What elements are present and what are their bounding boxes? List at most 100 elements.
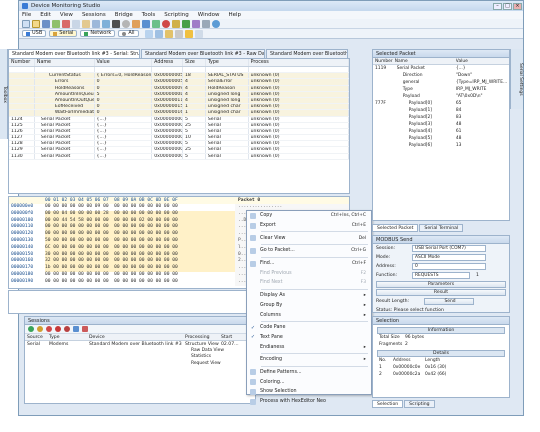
table-row[interactable]: 1130 Serial Packet {...} 0x00000000 5 Serial u… — [9, 153, 349, 160]
filter-usb[interactable]: USB — [22, 30, 47, 37]
session-row[interactable]: Serial Modems Standard Modem over Blueto… — [25, 341, 255, 348]
selected-packet-row[interactable]: Payload[5] 48 — [373, 135, 509, 142]
send-button[interactable]: Send — [424, 298, 474, 305]
selected-packet-row[interactable]: Payload[2] 83 — [373, 114, 509, 121]
context-menu-item[interactable]: Encoding ▸ — [247, 355, 371, 365]
menu-scripting[interactable]: Scripting — [164, 12, 188, 18]
play-icon[interactable] — [182, 19, 190, 28]
new-icon[interactable] — [22, 19, 30, 28]
context-menu-item[interactable]: Columns ▸ — [247, 310, 371, 320]
minimize-button[interactable]: – — [493, 2, 502, 10]
help-icon[interactable] — [212, 19, 220, 28]
settings-icon[interactable] — [122, 19, 130, 28]
print-icon[interactable] — [202, 19, 210, 28]
context-menu-item[interactable]: Go to Packet... Ctrl+G — [247, 246, 371, 256]
selected-packet-row[interactable]: 1119 Serial Packet {...} — [373, 65, 509, 72]
context-menu-item[interactable]: Process with HexEditor Neo — [247, 397, 371, 407]
refresh-icon[interactable] — [144, 29, 153, 38]
col-process[interactable]: Process — [249, 59, 349, 66]
menu-edit[interactable]: Edit — [40, 12, 51, 18]
function-select[interactable]: REQUESTS — [412, 272, 470, 279]
context-menu-item[interactable]: ✓ Code Pane — [247, 323, 371, 333]
col-value[interactable]: Value — [95, 59, 153, 66]
usb-toolbar-icon[interactable] — [142, 19, 150, 28]
tab-third[interactable]: Standard Modem over Bluetooth link #3... — [266, 49, 348, 58]
filter-icon[interactable] — [164, 29, 173, 38]
detail-row[interactable]: 2 0x00000c2a 0x42 (66) — [373, 371, 509, 378]
col-type[interactable]: Type — [206, 59, 249, 66]
context-menu-item[interactable]: Define Patterns... — [247, 368, 371, 378]
tab-serial-terminal[interactable]: Serial Terminal — [419, 224, 464, 232]
menu-window[interactable]: Window — [198, 12, 220, 18]
col-address[interactable]: Address — [152, 59, 183, 66]
mode-select[interactable]: ASCII Mode — [412, 254, 486, 261]
add-session-icon[interactable] — [73, 326, 79, 332]
selected-packet-row[interactable]: Payload[3] 48 — [373, 121, 509, 128]
menu-file[interactable]: File — [22, 12, 31, 18]
result-button[interactable]: Result — [376, 289, 506, 296]
tab-scripting[interactable]: Scripting — [404, 400, 435, 408]
tab-raw-data-view[interactable]: Standard Modem over Bluetooth link #3 - … — [141, 49, 265, 58]
selected-packet-row[interactable]: Direction "Down" — [373, 72, 509, 79]
function-count[interactable]: 1 — [476, 273, 479, 278]
filter-serial[interactable]: Serial — [49, 30, 78, 37]
col-number[interactable]: Number — [9, 59, 35, 66]
serial-settings-handle[interactable]: Serial Settings — [510, 49, 523, 109]
tab-selected-packet[interactable]: Selected Packet — [372, 224, 419, 232]
record-session-icon[interactable] — [55, 326, 61, 332]
start-session-icon[interactable] — [28, 326, 34, 332]
monitor-icon[interactable] — [154, 29, 163, 38]
stop-icon[interactable] — [62, 19, 70, 28]
pause-session-icon[interactable] — [37, 326, 43, 332]
split-icon[interactable] — [194, 29, 203, 38]
selected-packet-row[interactable]: Payload[6] 13 — [373, 142, 509, 149]
network-toolbar-icon[interactable] — [152, 19, 160, 28]
close-button[interactable]: × — [513, 2, 522, 10]
session-icon[interactable] — [52, 19, 60, 28]
session-select[interactable]: USB Serial Port (COM7) — [412, 245, 486, 252]
open-icon[interactable] — [32, 19, 40, 28]
selected-packet-row[interactable]: 777F Payload[0] 65 — [373, 100, 509, 107]
context-menu-item[interactable]: Find... Ctrl+F — [247, 259, 371, 269]
context-menu-item[interactable]: Display As ▸ — [247, 291, 371, 301]
context-menu-item[interactable]: Coloring... — [247, 377, 371, 387]
stop-session-icon[interactable] — [46, 326, 52, 332]
session-subitem[interactable]: Request View — [25, 361, 255, 367]
bridge-icon[interactable] — [132, 19, 140, 28]
context-menu-item[interactable]: Group By ▸ — [247, 301, 371, 311]
selected-packet-row[interactable]: Payload[4] 61 — [373, 128, 509, 135]
record-icon[interactable] — [162, 19, 170, 28]
col-name[interactable]: Name — [35, 59, 95, 66]
selected-packet-row[interactable]: Payload[1] 84 — [373, 107, 509, 114]
tab-selection[interactable]: Selection — [372, 400, 404, 408]
pause-icon[interactable] — [172, 19, 180, 28]
toolbox-handle[interactable]: Toolbox — [0, 49, 8, 139]
export-toolbar-icon[interactable] — [192, 19, 200, 28]
remove-session-icon[interactable] — [82, 326, 88, 332]
lock-icon[interactable] — [174, 29, 183, 38]
context-menu-item[interactable]: Copy Ctrl+Ins, Ctrl+C — [247, 211, 371, 221]
address-input[interactable]: 0 — [412, 263, 486, 270]
terminal-icon[interactable] — [112, 19, 120, 28]
chart-icon[interactable] — [102, 19, 110, 28]
selected-packet-row[interactable]: general {Type=IRP_MJ_WRITE... — [373, 79, 509, 86]
save-icon[interactable] — [42, 19, 50, 28]
maximize-button[interactable]: □ — [503, 2, 512, 10]
parameters-button[interactable]: Parameters — [376, 281, 506, 288]
context-menu-item[interactable]: ✓ Text Pane — [247, 333, 371, 343]
menu-tools[interactable]: Tools — [142, 12, 156, 18]
context-menu-item[interactable]: Export Ctrl+E — [247, 221, 371, 231]
context-menu-item[interactable]: Show Selection — [247, 387, 371, 397]
filter-network[interactable]: Network — [80, 30, 116, 37]
menu-bridge[interactable]: Bridge — [115, 12, 133, 18]
find-toolbar-icon[interactable] — [92, 19, 100, 28]
menu-view[interactable]: View — [60, 12, 73, 18]
selected-packet-row[interactable]: Type IRP_MJ_WRITE — [373, 86, 509, 93]
col-size[interactable]: Size — [183, 59, 206, 66]
warning-icon[interactable] — [184, 29, 193, 38]
detail-row[interactable]: 1 0x00000c0e 0x16 (30) — [373, 364, 509, 371]
filter-all[interactable]: All — [118, 30, 139, 37]
selected-packet-row[interactable]: Payload "AT\0x0D\n" — [373, 93, 509, 100]
paste-icon[interactable] — [82, 19, 90, 28]
tab-structure-view[interactable]: Standard Modem over Bluetooth link #3 - … — [8, 49, 140, 58]
